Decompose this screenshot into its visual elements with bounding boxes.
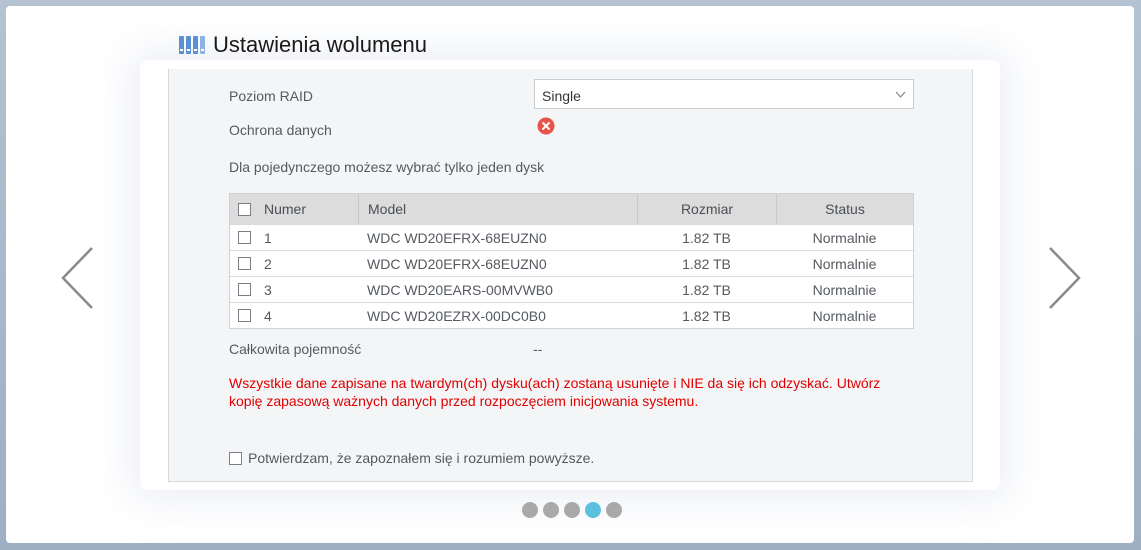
confirm-label[interactable]: Potwierdzam, że zapoznałem się i rozumie… (248, 450, 594, 466)
row-checkbox-cell (230, 251, 258, 276)
raid-level-select[interactable]: Single (534, 79, 914, 109)
disk-status: Normalnie (812, 281, 877, 298)
raid-level-label: Poziom RAID (229, 88, 314, 104)
step-dot[interactable] (543, 502, 559, 518)
chevron-down-icon (895, 91, 906, 98)
step-dot[interactable] (564, 502, 580, 518)
data-protection-label: Ochrona danych (229, 122, 332, 138)
chevron-right-icon[interactable] (1046, 246, 1082, 310)
column-header-size[interactable]: Rozmiar (637, 194, 776, 224)
disk-number: 3 (264, 281, 272, 298)
disk-size: 1.82 TB (682, 307, 731, 324)
table-row[interactable]: 2 WDC WD20EFRX-68EUZN0 1.82 TB Normalnie (230, 250, 913, 276)
page-title: Ustawienia wolumenu (213, 32, 427, 57)
total-capacity-value: -- (533, 341, 543, 357)
step-dot-active[interactable] (585, 502, 601, 518)
table-row[interactable]: 1 WDC WD20EFRX-68EUZN0 1.82 TB Normalnie (230, 224, 913, 250)
step-dot[interactable] (522, 502, 538, 518)
step-indicator (522, 502, 627, 518)
raid-level-value: Single (542, 88, 581, 104)
column-header-status[interactable]: Status (776, 194, 913, 224)
disk-model: WDC WD20EZRX-00DC0B0 (367, 307, 546, 324)
row-checkbox[interactable] (237, 231, 251, 244)
step-dot[interactable] (606, 502, 622, 518)
select-all-checkbox[interactable] (237, 202, 251, 216)
data-loss-warning: Wszystkie dane zapisane na twardym(ch) d… (229, 375, 881, 409)
disk-status: Normalnie (812, 307, 877, 324)
disk-table: Numer Model Rozmiar Status 1 WDC WD20EFR… (229, 193, 914, 329)
row-checkbox-cell (230, 277, 258, 302)
disk-status: Normalnie (812, 229, 877, 246)
drive-array-icon (179, 36, 205, 54)
select-all-cell (230, 194, 258, 224)
row-checkbox[interactable] (237, 283, 251, 296)
chevron-left-icon[interactable] (60, 246, 96, 310)
table-row[interactable]: 3 WDC WD20EARS-00MVWB0 1.82 TB Normalnie (230, 276, 913, 302)
row-checkbox-cell (230, 225, 258, 250)
row-checkbox-cell (230, 303, 258, 328)
error-icon (537, 117, 555, 135)
disk-size: 1.82 TB (682, 229, 731, 246)
disk-size: 1.82 TB (682, 281, 731, 298)
disk-number: 2 (264, 255, 272, 272)
column-header-model[interactable]: Model (358, 194, 637, 224)
single-disk-hint: Dla pojedynczego możesz wybrać tylko jed… (229, 159, 545, 175)
disk-model: WDC WD20EFRX-68EUZN0 (367, 229, 547, 246)
disk-model: WDC WD20EFRX-68EUZN0 (367, 255, 547, 272)
page-header: Ustawienia wolumenu (178, 31, 427, 59)
column-header-number[interactable]: Numer (258, 194, 358, 224)
table-header-row: Numer Model Rozmiar Status (230, 194, 913, 224)
disk-size: 1.82 TB (682, 255, 731, 272)
row-checkbox[interactable] (237, 309, 251, 322)
row-checkbox[interactable] (237, 257, 251, 270)
disk-model: WDC WD20EARS-00MVWB0 (367, 281, 553, 298)
disk-number: 1 (264, 229, 272, 246)
disk-number: 4 (264, 307, 272, 324)
total-capacity-label: Całkowita pojemność (229, 341, 362, 357)
disk-status: Normalnie (812, 255, 877, 272)
table-row[interactable]: 4 WDC WD20EZRX-00DC0B0 1.82 TB Normalnie (230, 302, 913, 328)
confirm-option[interactable]: Potwierdzam, że zapoznałem się i rozumie… (229, 450, 594, 466)
confirm-checkbox[interactable] (229, 451, 242, 465)
